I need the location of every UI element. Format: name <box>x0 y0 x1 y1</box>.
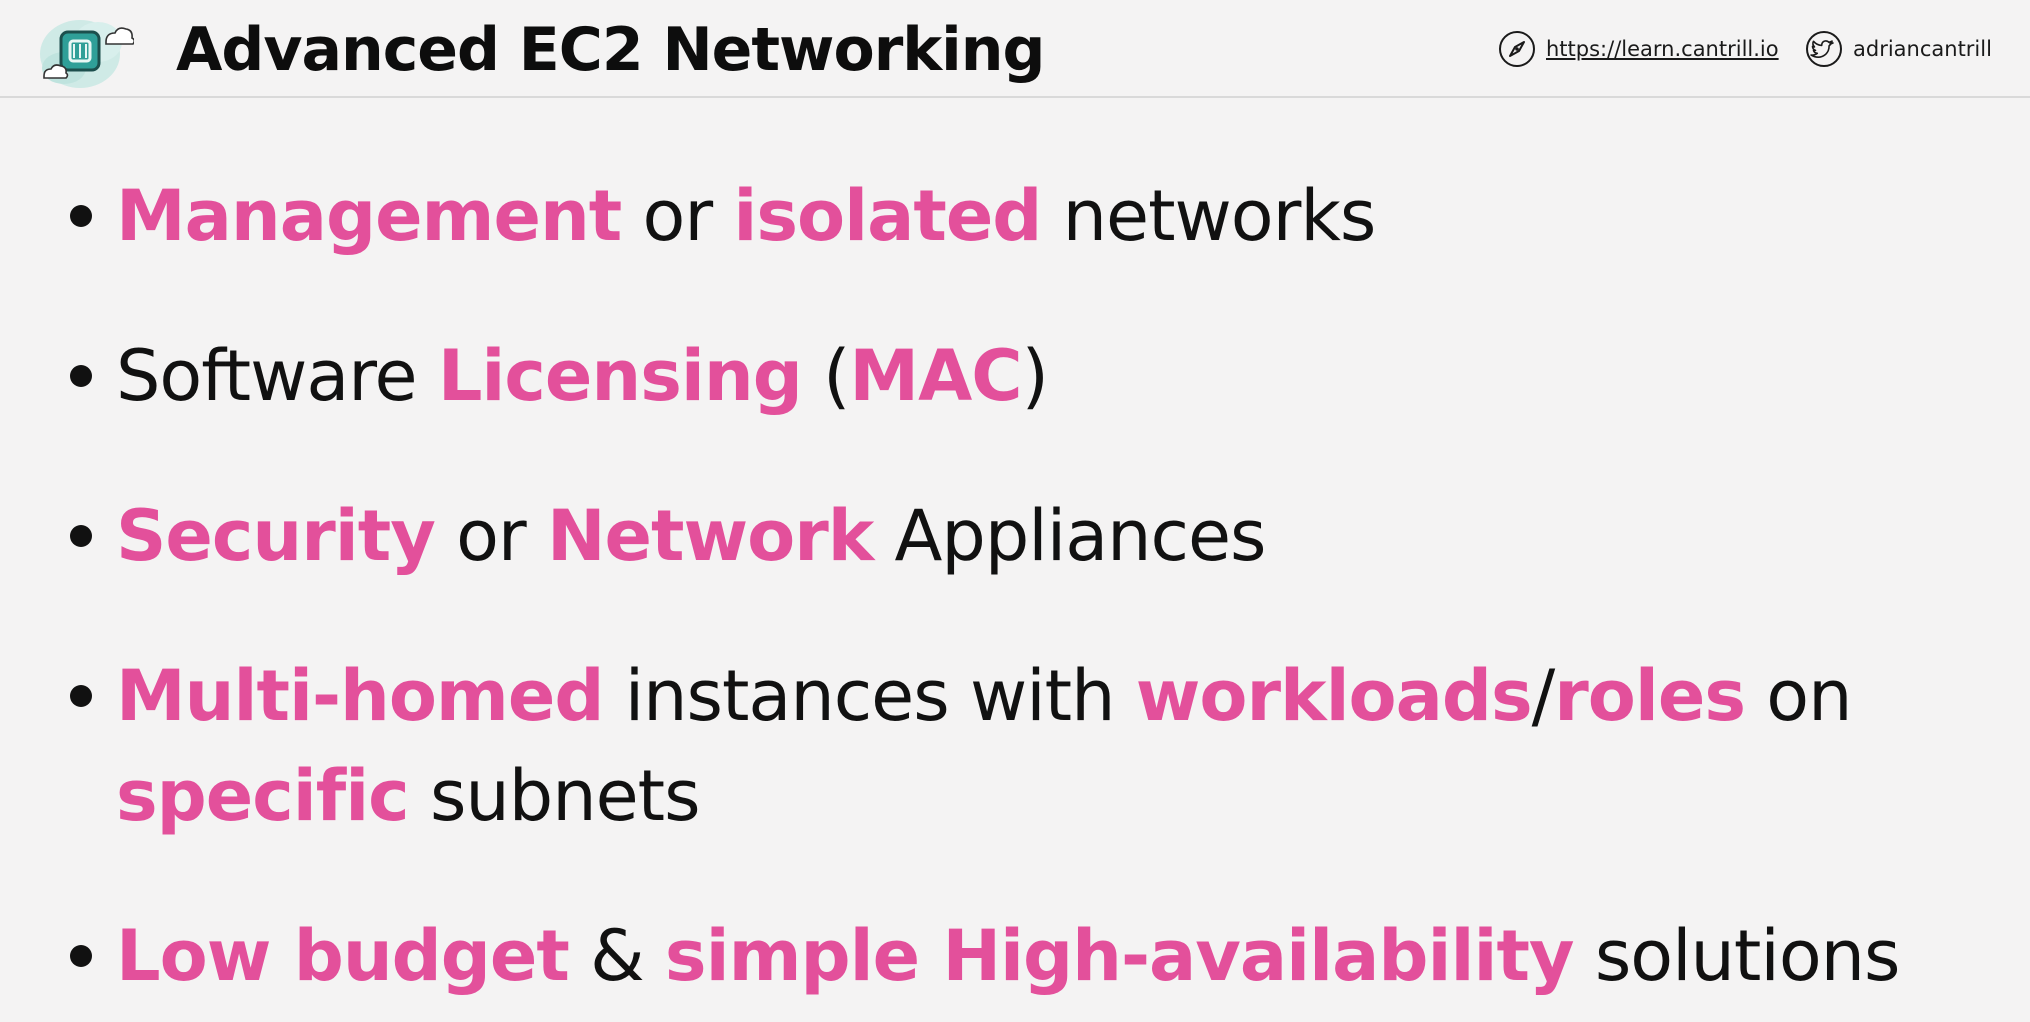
page-title: Advanced EC2 Networking <box>176 15 1045 85</box>
twitter-link[interactable]: adriancantrill <box>1805 28 1992 70</box>
bullet-highlight: roles <box>1554 655 1746 737</box>
compass-icon <box>1498 30 1536 68</box>
bullet-highlight: isolated <box>733 175 1042 257</box>
bullet-text: or <box>621 175 734 257</box>
bullet-text: & <box>568 915 665 997</box>
bullet-highlight: Multi-homed <box>116 655 604 737</box>
bullet-highlight: MAC <box>849 335 1022 417</box>
bullet-line: specific subnets <box>116 746 701 846</box>
bullet-highlight: Network <box>546 495 874 577</box>
website-link[interactable]: https://learn.cantrill.io <box>1498 28 1779 70</box>
bullet-highlight: Management <box>116 175 622 257</box>
bullet-text: ( <box>801 335 850 417</box>
twitter-handle[interactable]: adriancantrill <box>1853 37 1992 61</box>
bullet-text: subnets <box>408 755 701 837</box>
bullet-line: Security or Network Appliances <box>116 486 1267 586</box>
bullet-highlight: workloads <box>1135 655 1533 737</box>
bullet-highlight: Security <box>116 495 436 577</box>
bullet-line: Software Licensing (MAC) <box>116 326 1049 426</box>
bullet-highlight: Licensing <box>437 335 803 417</box>
bullet-text: networks <box>1041 175 1377 257</box>
bullet-dot <box>70 205 92 227</box>
bullet-text: / <box>1531 655 1556 737</box>
bullet-text: on <box>1745 655 1852 737</box>
bullet-line: Multi-homed instances with workloads/rol… <box>116 646 1852 746</box>
bullet-dot <box>70 945 92 967</box>
bullet-text: ) <box>1021 335 1049 417</box>
bullet-highlight: Low budget <box>116 915 570 997</box>
bullet-dot <box>70 685 92 707</box>
website-label[interactable]: https://learn.cantrill.io <box>1546 37 1779 61</box>
slide-header: Advanced EC2 Networking https://learn.ca… <box>0 0 2030 98</box>
bullet-highlight: specific <box>116 755 410 837</box>
bullet-text: solutions <box>1573 915 1901 997</box>
bullet-line: Low budget & simple High-availability so… <box>116 906 1901 1006</box>
bullet-text: instances with <box>603 655 1136 737</box>
bullet-line: Management or isolated networks <box>116 166 1377 266</box>
bullet-dot <box>70 525 92 547</box>
cloud-server-logo-icon <box>34 8 136 92</box>
bullet-dot <box>70 365 92 387</box>
bullet-text: Software <box>116 335 438 417</box>
twitter-bird-icon <box>1805 30 1843 68</box>
bullet-highlight: simple High-availability <box>664 915 1575 997</box>
bullet-text: or <box>434 495 547 577</box>
bullet-text: Appliances <box>873 495 1267 577</box>
